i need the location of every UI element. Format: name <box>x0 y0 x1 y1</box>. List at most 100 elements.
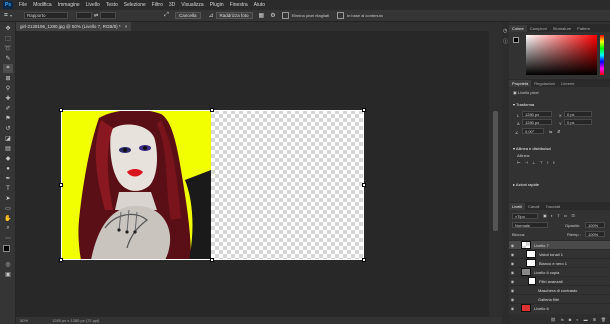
tab-sfumature[interactable]: Sfumature <box>550 25 574 32</box>
align-middle-icon[interactable]: ⊦ <box>547 160 549 165</box>
lasso-tool-icon[interactable]: ➰ <box>3 44 13 53</box>
opacity-field[interactable]: 100% <box>585 222 605 228</box>
zoom-level[interactable]: 50% <box>20 318 28 323</box>
eye-icon[interactable]: ◉ <box>509 306 516 311</box>
transform-angle-field[interactable]: 0,00° <box>522 128 544 134</box>
history-icon[interactable]: ◷ <box>503 28 507 34</box>
blend-mode-select[interactable]: Normale <box>512 222 548 228</box>
type-filter-icon[interactable]: T <box>557 213 559 218</box>
clone-stamp-tool-icon[interactable]: ⚑ <box>3 114 13 123</box>
align-bottom-icon[interactable]: ⊧ <box>553 160 555 165</box>
eye-icon[interactable]: ◉ <box>509 261 516 266</box>
align-right-icon[interactable]: ⊥ <box>532 160 535 165</box>
blur-tool-icon[interactable]: ◆ <box>3 154 13 163</box>
quick-select-tool-icon[interactable]: ✎ <box>3 54 13 63</box>
menu-finestra[interactable]: Finestra <box>230 2 248 8</box>
healing-brush-tool-icon[interactable]: ✚ <box>3 94 13 103</box>
menu-immagine[interactable]: Immagine <box>58 2 80 8</box>
straighten-icon[interactable]: ⤢ <box>164 12 169 19</box>
quick-mask-icon[interactable]: ◎ <box>3 260 13 269</box>
document-dimensions[interactable]: 1280 px x 1280 px (72 ppi) <box>52 318 99 323</box>
tab-pattern[interactable]: Pattern <box>574 25 593 32</box>
foreground-color-chip[interactable] <box>513 37 519 43</box>
flip-horizontal-icon[interactable]: ⇋ <box>549 129 552 134</box>
tab-librerie[interactable]: Librerie <box>558 80 577 87</box>
align-center-icon[interactable]: ⊣ <box>524 160 527 165</box>
vertical-scrollbar[interactable] <box>489 31 502 317</box>
eye-icon[interactable]: ◉ <box>509 279 516 284</box>
align-left-icon[interactable]: ⊢ <box>517 160 520 165</box>
quick-actions-section[interactable]: ▸ Azioni rapide <box>513 182 539 187</box>
chevron-down-icon[interactable]: ▾ <box>10 13 12 18</box>
layer-row[interactable]: ◉ Livello 7 <box>509 240 610 249</box>
tab-canali[interactable]: Canali <box>525 203 542 210</box>
layer-row[interactable]: ◉ Galleria filtri <box>509 294 610 303</box>
layer-filter-select[interactable]: ⌕ Tipo <box>512 213 538 219</box>
delete-pixels-checkbox[interactable] <box>281 12 289 19</box>
fx-icon[interactable]: fx <box>561 317 564 322</box>
brush-tool-icon[interactable]: ✐ <box>3 104 13 113</box>
canvas-area[interactable] <box>16 31 489 317</box>
menu-visualizza[interactable]: Visualizza <box>181 2 203 8</box>
mask-icon[interactable]: ◙ <box>569 317 571 322</box>
width-input[interactable] <box>75 12 92 19</box>
crop-handle-bottom-right[interactable] <box>362 258 366 262</box>
scrollbar-thumb[interactable] <box>493 111 498 231</box>
layer-row[interactable]: ◉ Valori tonali 1 <box>509 249 610 258</box>
align-section[interactable]: ▾ Allinea e distribuisci <box>513 146 551 151</box>
crop-box[interactable] <box>61 110 364 260</box>
menu-selezione[interactable]: Selezione <box>124 2 146 8</box>
marquee-tool-icon[interactable]: ⬚ <box>3 34 13 43</box>
gradient-tool-icon[interactable]: ▤ <box>3 144 13 153</box>
flip-vertical-icon[interactable]: ⇵ <box>557 129 560 134</box>
eye-icon[interactable]: ◉ <box>509 270 516 275</box>
transform-x-field[interactable]: 0 px <box>564 111 592 117</box>
eye-icon[interactable]: ◉ <box>509 252 516 257</box>
crop-handle-bottom-mid[interactable] <box>210 258 214 262</box>
trash-icon[interactable]: 🗑 <box>601 317 606 322</box>
type-tool-icon[interactable]: T <box>3 184 13 193</box>
menu-livello[interactable]: Livello <box>86 2 100 8</box>
crop-handle-mid-right[interactable] <box>362 183 366 187</box>
transform-height-field[interactable]: 1280 px <box>522 119 552 125</box>
history-brush-tool-icon[interactable]: ↺ <box>3 124 13 133</box>
menu-testo[interactable]: Testo <box>106 2 118 8</box>
transform-y-field[interactable]: 0 px <box>564 119 592 125</box>
align-top-icon[interactable]: ⊤ <box>539 160 542 165</box>
dodge-tool-icon[interactable]: ● <box>3 164 13 173</box>
eye-icon[interactable]: ◉ <box>509 297 516 302</box>
screen-mode-icon[interactable]: ▣ <box>3 270 13 279</box>
content-aware-checkbox[interactable] <box>336 12 344 19</box>
layer-row[interactable]: ◉ Bianco e nero 1 <box>509 258 610 267</box>
frame-tool-icon[interactable]: ⊠ <box>3 74 13 83</box>
color-field[interactable] <box>526 35 597 75</box>
pen-tool-icon[interactable]: ✒ <box>3 174 13 183</box>
tab-tracciati[interactable]: Tracciati <box>542 203 563 210</box>
crop-handle-top-right[interactable] <box>362 108 366 112</box>
menu-3d[interactable]: 3D <box>169 2 175 8</box>
shape-filter-icon[interactable]: ▭ <box>564 213 568 218</box>
info-icon[interactable]: ⓘ <box>503 38 508 45</box>
menu-file[interactable]: File <box>19 2 27 8</box>
tab-campioni[interactable]: Campioni <box>527 25 550 32</box>
transform-section[interactable]: ▾ Trasforma <box>513 102 534 107</box>
layer-row[interactable]: ◉ Livello 6 <box>509 303 610 312</box>
layer-row[interactable]: ◉ Filtri avanzati <box>509 276 610 285</box>
more-tools-icon[interactable]: ⋯ <box>3 234 13 243</box>
eyedropper-tool-icon[interactable]: ⚲ <box>3 84 13 93</box>
crop-tool-icon[interactable]: ⌗ <box>4 12 8 20</box>
path-selection-tool-icon[interactable]: ➤ <box>3 194 13 203</box>
height-input[interactable] <box>100 12 117 19</box>
hue-slider[interactable] <box>600 35 604 75</box>
layer-row[interactable]: ◉ Livello 6 copia <box>509 267 610 276</box>
swap-icon[interactable]: ⇄ <box>94 13 98 19</box>
settings-gear-icon[interactable]: ⚙ <box>270 12 275 19</box>
straighten-photo-icon[interactable]: ⊿ <box>209 12 214 19</box>
new-layer-icon[interactable]: ⊞ <box>593 317 596 322</box>
adjustment-icon[interactable]: ◐ <box>576 317 578 322</box>
crop-handle-bottom-left[interactable] <box>59 258 63 262</box>
menu-modifica[interactable]: Modifica <box>33 2 52 8</box>
adjustment-filter-icon[interactable]: ◐ <box>551 213 553 218</box>
tab-colore[interactable]: Colore <box>509 25 527 32</box>
eye-icon[interactable]: ◉ <box>509 288 516 293</box>
